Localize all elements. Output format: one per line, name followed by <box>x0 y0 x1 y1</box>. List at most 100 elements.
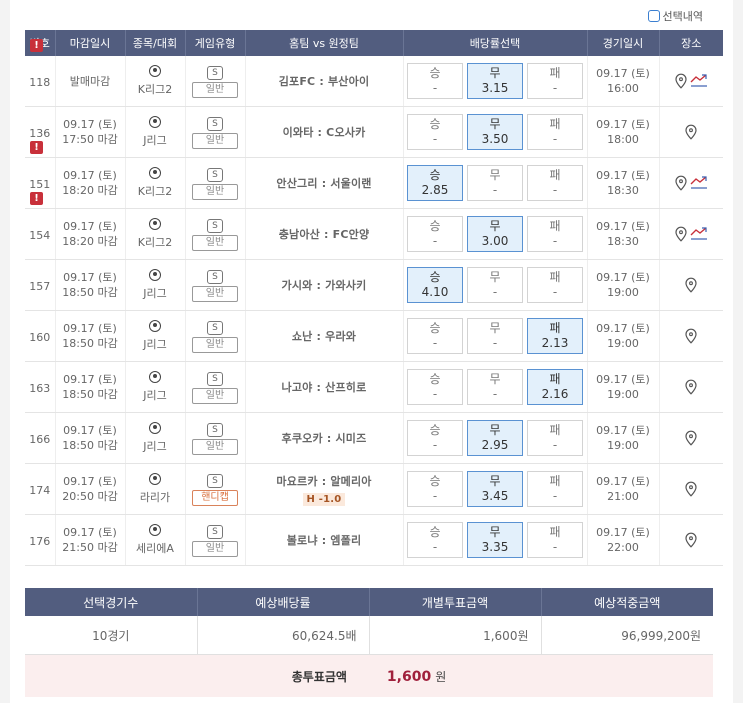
odds-draw-button[interactable]: 무 3.15 <box>467 63 523 99</box>
soccer-ball-icon <box>149 64 161 77</box>
game-date-cell: 09.17 (토) 19:00 <box>587 361 660 413</box>
odds-win-value: 2.85 <box>421 183 449 197</box>
game-type-cell: S 일반 <box>185 259 246 311</box>
odds-win-label: 승 <box>429 525 441 539</box>
odds-win-button[interactable]: 승- <box>407 420 463 456</box>
odds-draw-button[interactable]: 무- <box>467 369 523 405</box>
game-date-cell: 09.17 (토) 18:00 <box>587 106 660 158</box>
location-pin-icon[interactable] <box>674 73 688 89</box>
odds-lose-button[interactable]: 패- <box>527 420 583 456</box>
location-pin-icon[interactable] <box>684 379 698 395</box>
col-deadline: 마감일시 <box>55 30 126 56</box>
odds-draw-button[interactable]: 무 2.95 <box>467 420 523 456</box>
soccer-ball-icon <box>149 217 161 230</box>
odds-win-button[interactable]: 승- <box>407 114 463 150</box>
col-teams: 홈팀 vs 원정팀 <box>245 30 404 56</box>
sport-s-icon: S <box>207 473 223 488</box>
trend-chart-icon[interactable] <box>690 73 708 90</box>
trend-chart-icon[interactable] <box>690 226 708 243</box>
teams-label: 마요르카 : 알메리아 <box>276 474 372 488</box>
game-number-value: 136 <box>29 126 51 140</box>
venue-cell <box>659 361 723 413</box>
odds-win-button[interactable]: 승- <box>407 522 463 558</box>
odds-lose-button[interactable]: 패 2.13 <box>527 318 583 354</box>
odds-group: 승 - 무 3.35 패 - <box>404 522 587 558</box>
game-type-cell: S 일반 <box>185 208 246 260</box>
odds-win-button[interactable]: 승- <box>407 471 463 507</box>
odds-win-value: - <box>432 387 438 401</box>
odds-lose-button[interactable]: 패- <box>527 471 583 507</box>
individual-stake: 1,600원 <box>369 616 542 655</box>
game-date-cell: 09.17 (토) 22:00 <box>587 514 660 566</box>
game-date: 09.17 (토) <box>596 373 650 386</box>
teams-label: 충남아산 : FC안양 <box>278 228 370 241</box>
odds-win-value: - <box>432 540 438 554</box>
venue-cell <box>659 514 723 566</box>
game-time: 22:00 <box>607 541 639 554</box>
odds-win-button[interactable]: 승- <box>407 216 463 252</box>
odds-draw-label: 무 <box>489 372 501 386</box>
teams-cell: 김포FC : 부산아이 <box>245 56 404 107</box>
odds-draw-label: 무 <box>489 66 501 80</box>
odds-group: 승 2.85 무 - 패 - <box>404 165 587 201</box>
odds-draw-value: 3.15 <box>481 81 509 95</box>
location-pin-icon[interactable] <box>684 124 698 140</box>
location-pin-icon[interactable] <box>684 277 698 293</box>
game-date: 09.17 (토) <box>596 424 650 437</box>
odds-draw-button[interactable]: 무 3.45 <box>467 471 523 507</box>
location-pin-icon[interactable] <box>684 430 698 446</box>
location-pin-icon[interactable] <box>674 175 688 191</box>
odds-lose-button[interactable]: 패- <box>527 267 583 303</box>
game-number: 157 <box>25 259 56 311</box>
game-date: 09.17 (토) <box>596 271 650 284</box>
sport-s-icon: S <box>207 371 223 386</box>
odds-lose-button[interactable]: 패- <box>527 114 583 150</box>
location-pin-icon[interactable] <box>684 481 698 497</box>
total-bet-amount: 1,600 원 <box>387 668 446 685</box>
odds-lose-value: - <box>552 183 558 197</box>
odds-lose-button[interactable]: 패 2.16 <box>527 369 583 405</box>
odds-win-button[interactable]: 승- <box>407 63 463 99</box>
odds-draw-button[interactable]: 무 3.00 <box>467 216 523 252</box>
odds-group: 승 - 무 3.45 패 - <box>404 471 587 507</box>
odds-win-button[interactable]: 승 2.85 <box>407 165 463 201</box>
teams-cell: 충남아산 : FC안양 <box>245 208 404 260</box>
summary-col-payout: 예상적중금액 <box>541 588 713 616</box>
odds-win-button[interactable]: 승 4.10 <box>407 267 463 303</box>
game-type-cell: S 일반 <box>185 310 246 362</box>
deadline-date: 09.17 (토) <box>63 475 117 488</box>
soccer-ball-icon <box>149 370 161 383</box>
location-pin-icon[interactable] <box>684 328 698 344</box>
trend-chart-icon[interactable] <box>690 175 708 192</box>
venue-cell <box>659 259 723 311</box>
odds-lose-button[interactable]: 패- <box>527 165 583 201</box>
odds-lose-button[interactable]: 패- <box>527 522 583 558</box>
odds-draw-button[interactable]: 무- <box>467 318 523 354</box>
odds-lose-button[interactable]: 패- <box>527 63 583 99</box>
game-number-value: 151 <box>29 177 51 191</box>
odds-draw-button[interactable]: 무 3.35 <box>467 522 523 558</box>
checkbox-icon[interactable] <box>647 10 660 22</box>
league-name: K리그2 <box>137 82 173 96</box>
selected-games-count: 10경기 <box>25 616 198 655</box>
odds-win-value: - <box>432 81 438 95</box>
deadline-time: 17:50 마감 <box>62 133 118 146</box>
location-pin-icon[interactable] <box>674 226 688 242</box>
odds-group: 승 - 무 3.50 패 - <box>404 114 587 150</box>
odds-lose-button[interactable]: 패- <box>527 216 583 252</box>
select-history-toggle[interactable]: 선택내역 <box>647 8 703 24</box>
odds-cell: 승 - 무 3.15 패 - <box>403 56 588 107</box>
game-date: 09.17 (토) <box>596 475 650 488</box>
odds-win-button[interactable]: 승- <box>407 369 463 405</box>
odds-draw-button[interactable]: 무- <box>467 165 523 201</box>
col-game-type: 게임유형 <box>185 30 246 56</box>
league-name: J리그 <box>143 439 167 453</box>
odds-lose-label: 패 <box>549 219 561 233</box>
odds-win-button[interactable]: 승- <box>407 318 463 354</box>
odds-draw-button[interactable]: 무 3.50 <box>467 114 523 150</box>
location-pin-icon[interactable] <box>684 532 698 548</box>
teams-label: 후쿠오카 : 시미즈 <box>281 432 367 445</box>
sport-s-icon: S <box>207 524 223 539</box>
odds-draw-button[interactable]: 무- <box>467 267 523 303</box>
game-type-cell: S 핸디캡 <box>185 463 246 515</box>
